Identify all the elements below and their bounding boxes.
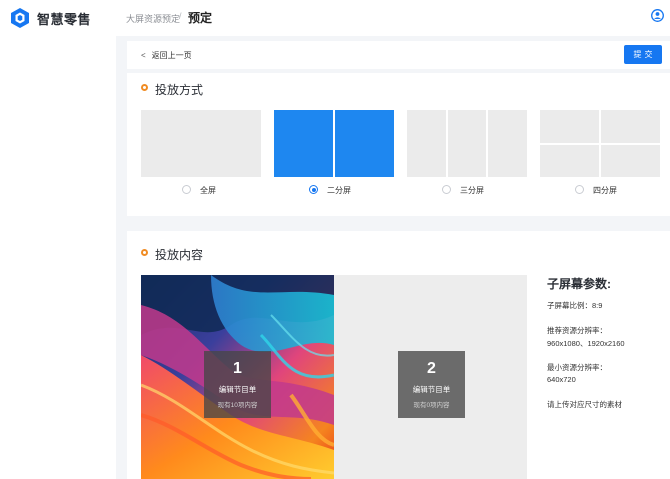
param-ratio: 子屏幕比例：8:9: [547, 301, 603, 310]
layout-pane: [601, 110, 660, 143]
radio-button[interactable]: [442, 185, 451, 194]
param-min-value: 640x720: [547, 375, 576, 384]
sub-toolbar: < 返回上一页 提交: [127, 41, 670, 69]
slot-count: 现有10项内容: [217, 402, 258, 409]
param-recommended-label: 推荐资源分辨率：: [547, 326, 607, 335]
radio-button-checked[interactable]: [309, 185, 318, 194]
slot-name: 编辑节目单: [218, 385, 257, 394]
sub-screen-1[interactable]: 1 编辑节目单 现有10项内容: [141, 275, 334, 479]
layout-section-title: 投放方式: [155, 83, 204, 97]
radio-label: 二分屏: [327, 186, 351, 195]
layout-pane: [540, 110, 599, 143]
user-icon[interactable]: [651, 9, 664, 22]
section-dot-icon: [141, 249, 148, 256]
slot-1-edit-playlist[interactable]: 1 编辑节目单 现有10项内容: [204, 351, 271, 418]
params-title: 子屏幕参数:: [547, 277, 611, 291]
content-section-title: 投放内容: [155, 248, 204, 262]
radio-button[interactable]: [182, 185, 191, 194]
slot-name: 编辑节目单: [412, 385, 451, 394]
chevron-left-icon: <: [141, 51, 146, 60]
slot-number: 1: [233, 360, 242, 377]
layout-pane: [488, 110, 527, 177]
param-min-label: 最小资源分辨率：: [547, 363, 607, 372]
radio-label: 三分屏: [460, 186, 484, 195]
app-name: 智慧零售: [37, 12, 92, 27]
slot-number: 2: [427, 360, 436, 377]
param-recommended-value: 960x1080、1920x2160: [547, 339, 625, 348]
screen-preview: 1 编辑节目单 现有10项内容 2 编辑节目单 现有0项内容: [141, 275, 527, 479]
hexagon-logo-icon[interactable]: [9, 7, 31, 29]
layout-option-fullscreen[interactable]: [141, 110, 261, 177]
layout-option-three-split[interactable]: [407, 110, 527, 177]
layout-pane: [407, 110, 446, 177]
radio-label: 四分屏: [593, 186, 617, 195]
breadcrumb-separator: /: [179, 11, 182, 21]
layout-pane: [448, 110, 486, 177]
radio-label: 全屏: [200, 186, 216, 195]
breadcrumb-parent[interactable]: 大屏资源预定: [126, 12, 180, 25]
radio-button[interactable]: [575, 185, 584, 194]
sub-screen-2[interactable]: 2 编辑节目单 现有0项内容: [334, 275, 527, 479]
submit-button[interactable]: 提交: [624, 45, 662, 64]
layout-pane: [335, 110, 394, 177]
layout-option-four-split[interactable]: [540, 110, 660, 177]
breadcrumb-current: 预定: [188, 11, 213, 25]
layout-pane: [274, 110, 333, 177]
content-card: 投放内容 1 编辑节目单 现有10项内容 2 编辑节目单 现有0项内容 子屏幕参…: [127, 231, 670, 479]
section-dot-icon: [141, 84, 148, 91]
top-header: 智慧零售 大屏资源预定 / 预定: [0, 0, 670, 36]
back-link[interactable]: < 返回上一页: [141, 50, 192, 61]
layout-option-two-split[interactable]: [274, 110, 394, 177]
sidebar: [0, 36, 116, 479]
slot-count: 现有0项内容: [413, 402, 450, 409]
slot-2-edit-playlist[interactable]: 2 编辑节目单 现有0项内容: [398, 351, 465, 418]
layout-pane: [540, 144, 599, 177]
back-label: 返回上一页: [151, 51, 192, 60]
param-note: 请上传对应尺寸的素材: [547, 400, 622, 409]
layout-card: 投放方式 全屏 二分屏 三分屏 四分屏: [127, 73, 670, 216]
layout-pane: [141, 110, 261, 177]
layout-pane: [601, 144, 660, 177]
